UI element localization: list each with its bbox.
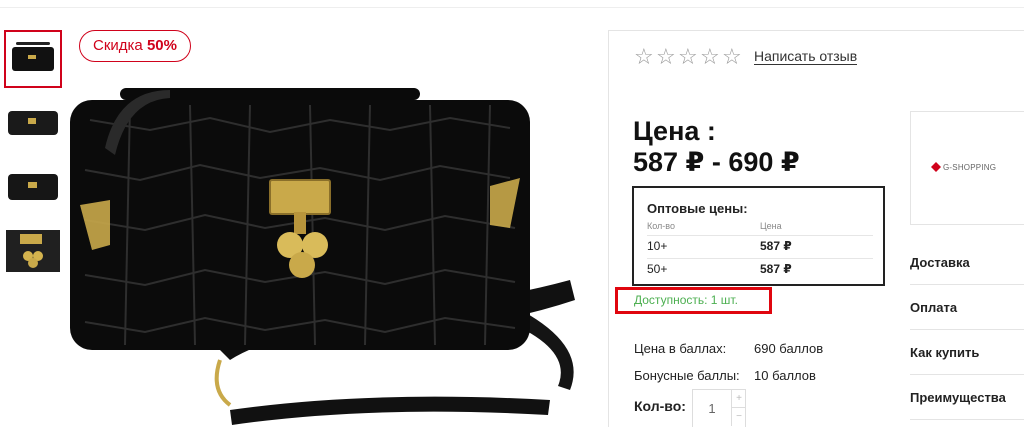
wholesale-qty: 50+ bbox=[647, 262, 668, 276]
wholesale-prices-box: Оптовые цены: Кол-во Цена 10+ 587 ₽ 50+ … bbox=[632, 186, 885, 286]
rating-stars[interactable]: ☆ ☆ ☆ ☆ ☆ bbox=[634, 46, 742, 68]
thumbnail-1[interactable] bbox=[4, 30, 62, 88]
star-icon[interactable]: ☆ bbox=[634, 46, 654, 68]
minus-icon: − bbox=[736, 411, 742, 422]
side-menu-advantages[interactable]: Преимущества bbox=[910, 375, 1024, 420]
thumbnail-list bbox=[4, 30, 62, 286]
wholesale-col-qty: Кол-во bbox=[647, 221, 675, 231]
brand-logo-box[interactable]: G-SHOPPING bbox=[910, 111, 1024, 225]
wholesale-row: 10+ 587 ₽ bbox=[647, 235, 873, 257]
side-menu-delivery[interactable]: Доставка bbox=[910, 240, 1024, 285]
decrement-button[interactable]: − bbox=[731, 408, 746, 426]
star-icon[interactable]: ☆ bbox=[678, 46, 698, 68]
wholesale-qty: 10+ bbox=[647, 239, 668, 253]
wholesale-price: 587 ₽ bbox=[760, 239, 792, 253]
side-menu-how-to-buy[interactable]: Как купить bbox=[910, 330, 1024, 375]
thumbnail-2[interactable] bbox=[4, 94, 62, 152]
wholesale-col-price: Цена bbox=[760, 221, 782, 231]
discount-value: 50% bbox=[146, 37, 177, 54]
wholesale-row: 50+ 587 ₽ bbox=[647, 258, 873, 280]
thumbnail-4[interactable] bbox=[4, 222, 62, 280]
side-menu-payment[interactable]: Оплата bbox=[910, 285, 1024, 330]
price-title: Цена : bbox=[633, 116, 716, 146]
quantity-label: Кол-во: bbox=[634, 398, 686, 414]
discount-badge: Скидка 50% bbox=[79, 30, 191, 62]
points-price-label: Цена в баллах: bbox=[634, 341, 727, 356]
bonus-points-value: 10 баллов bbox=[754, 368, 816, 383]
thumbnail-3[interactable] bbox=[4, 158, 62, 216]
points-price-value: 690 баллов bbox=[754, 341, 824, 356]
header-divider bbox=[0, 0, 1024, 8]
bonus-points-label: Бонусные баллы: bbox=[634, 368, 740, 383]
write-review-link[interactable]: Написать отзыв bbox=[754, 49, 858, 65]
plus-icon: + bbox=[736, 393, 742, 404]
brand-name: G-SHOPPING bbox=[943, 162, 997, 172]
star-icon[interactable]: ☆ bbox=[700, 46, 720, 68]
price-range: 587 ₽ - 690 ₽ bbox=[633, 147, 800, 177]
brand-logo: G-SHOPPING bbox=[931, 162, 996, 172]
discount-prefix: Скидка bbox=[93, 37, 143, 54]
star-icon[interactable]: ☆ bbox=[656, 46, 676, 68]
increment-button[interactable]: + bbox=[731, 390, 746, 408]
brand-diamond-icon bbox=[931, 162, 941, 172]
quantity-input[interactable] bbox=[693, 390, 731, 426]
quantity-stepper: + − bbox=[692, 389, 746, 427]
product-image bbox=[70, 60, 590, 427]
wholesale-price: 587 ₽ bbox=[760, 262, 792, 276]
product-page: Скидка 50% ☆ ☆ ☆ ☆ ☆ Написать отзыв Цена… bbox=[0, 0, 1024, 427]
availability-status: Доступность: 1 шт. bbox=[615, 287, 772, 314]
star-icon[interactable]: ☆ bbox=[722, 46, 742, 68]
wholesale-title: Оптовые цены: bbox=[647, 201, 748, 216]
